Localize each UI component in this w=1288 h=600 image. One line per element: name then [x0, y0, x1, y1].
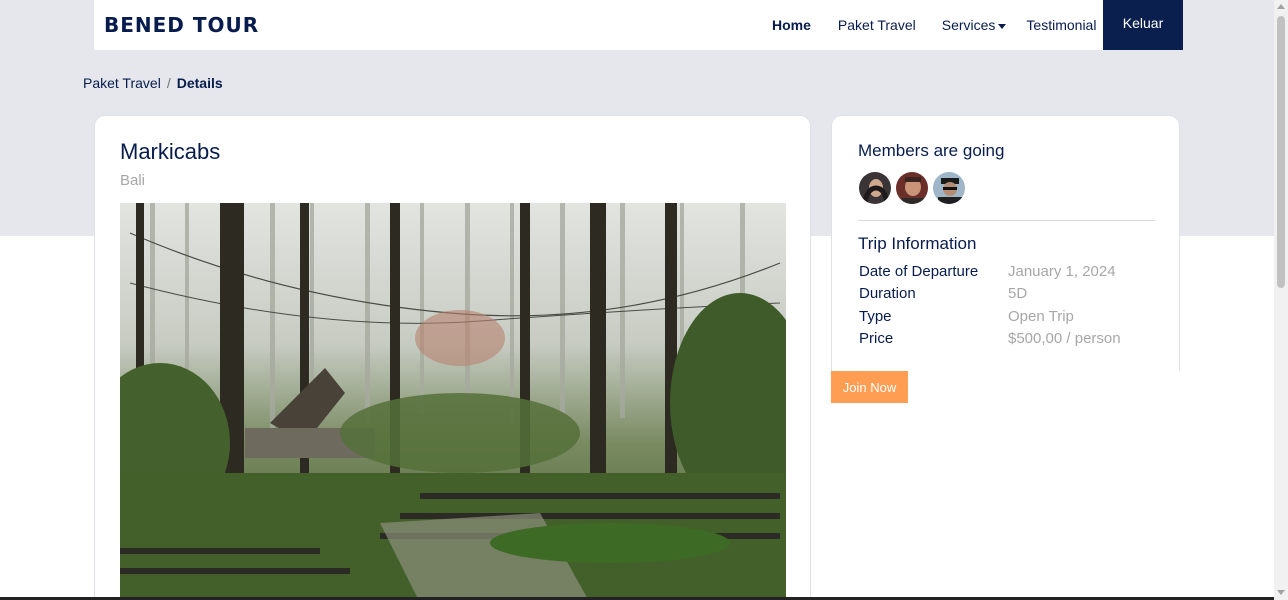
member-avatar-icon: [896, 172, 928, 204]
scroll-up-icon[interactable]: [1277, 4, 1285, 9]
package-photo: [120, 203, 786, 600]
info-value: January 1, 2024: [1008, 262, 1116, 280]
info-row-duration: Duration 5D: [859, 283, 1121, 306]
scrollbar[interactable]: [1274, 0, 1288, 600]
nav-link-services[interactable]: Services: [942, 17, 1007, 33]
forest-photo-icon: [120, 203, 786, 600]
logout-button[interactable]: Keluar: [1103, 0, 1183, 50]
info-label: Type: [859, 307, 892, 325]
nav-links: Home Paket Travel Services Testimonial: [772, 0, 1122, 50]
avatar[interactable]: [932, 171, 966, 205]
members-title: Members are going: [858, 141, 1005, 160]
navbar: BENED TOUR Home Paket Travel Services Te…: [94, 0, 1183, 50]
info-label: Duration: [859, 285, 916, 303]
nav-link-services-label: Services: [941, 17, 996, 33]
breadcrumb-separator: /: [166, 75, 171, 91]
brand-logo[interactable]: BENED TOUR: [104, 13, 259, 37]
package-title: Markicabs: [120, 139, 221, 164]
caret-down-icon: [998, 23, 1007, 29]
breadcrumb: Paket Travel / Details: [83, 75, 223, 91]
nav-link-testimonial[interactable]: Testimonial: [1026, 17, 1096, 33]
breadcrumb-current: Details: [176, 75, 223, 91]
nav-link-home[interactable]: Home: [772, 17, 811, 33]
trip-info-card: Members are going Trip Information Date …: [831, 115, 1180, 371]
info-value: $500,00 / person: [1008, 330, 1121, 348]
nav-link-paket-travel[interactable]: Paket Travel: [838, 17, 916, 33]
info-row-departure: Date of Departure January 1, 2024: [859, 260, 1121, 283]
info-label: Price: [859, 330, 894, 348]
package-detail-card: Markicabs Bali: [94, 115, 811, 600]
avatar[interactable]: [895, 171, 929, 205]
info-value: 5D: [1008, 285, 1028, 303]
avatar[interactable]: [858, 171, 892, 205]
scroll-down-icon[interactable]: [1277, 590, 1285, 595]
member-avatar-icon: [859, 172, 891, 204]
member-avatars: [858, 171, 969, 205]
info-label: Date of Departure: [859, 262, 979, 280]
join-now-button[interactable]: Join Now: [831, 371, 908, 403]
info-row-price: Price $500,00 / person: [859, 328, 1121, 351]
trip-info-title: Trip Information: [858, 234, 977, 253]
trip-info-table: Date of Departure January 1, 2024 Durati…: [859, 260, 1121, 350]
member-avatar-icon: [933, 172, 965, 204]
scrollbar-thumb[interactable]: [1277, 16, 1285, 288]
info-value: Open Trip: [1008, 307, 1074, 325]
breadcrumb-parent[interactable]: Paket Travel: [83, 75, 161, 91]
package-location: Bali: [120, 172, 146, 189]
divider: [858, 220, 1155, 221]
info-row-type: Type Open Trip: [859, 305, 1121, 328]
